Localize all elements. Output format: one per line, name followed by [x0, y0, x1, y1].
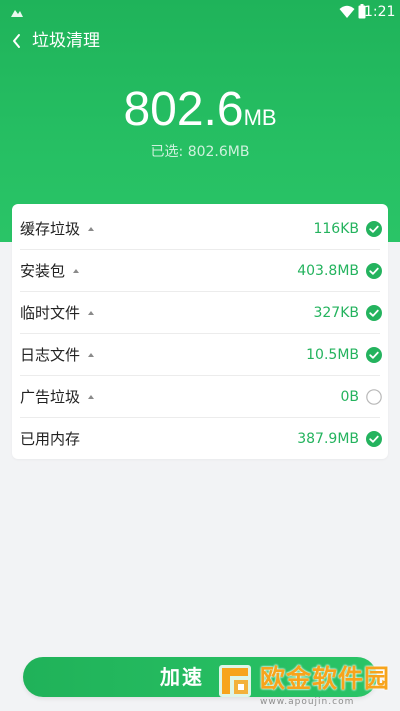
- list-item-ad-junk[interactable]: 广告垃圾 0B: [12, 376, 388, 418]
- chevron-left-icon[interactable]: [6, 28, 28, 54]
- list-item-label: 安装包: [20, 260, 80, 282]
- list-item-size: 327KB: [313, 305, 359, 321]
- checked-circle-icon[interactable]: [366, 305, 382, 321]
- list-item-label: 已用内存: [20, 430, 81, 448]
- selected-size-text: 已选: 802.6MB: [150, 144, 250, 160]
- list-item-size: 116KB: [313, 221, 359, 237]
- checked-circle-icon[interactable]: [366, 347, 382, 363]
- total-junk-size: 802.6MB: [0, 82, 400, 148]
- list-item-size: 403.8MB: [297, 263, 359, 279]
- unchecked-circle-icon[interactable]: [366, 389, 382, 405]
- caret-up-icon[interactable]: [88, 395, 95, 399]
- watermark-logo-icon: [219, 665, 251, 697]
- caret-up-icon[interactable]: [88, 227, 95, 231]
- list-item-label: 缓存垃圾: [20, 218, 95, 240]
- list-item-label: 日志文件: [20, 344, 95, 366]
- total-size-unit: MB: [243, 105, 277, 130]
- junk-category-list: 缓存垃圾 116KB 安装包 403.8MB 临时文件 327KB 日志文件 1…: [12, 204, 388, 459]
- status-time: 1:21: [364, 4, 396, 20]
- app-screen: 1:21 垃圾清理 802.6MB 已选: 802.6MB 缓存垃圾 116KB…: [0, 0, 400, 711]
- total-size-value: 802.6: [123, 83, 244, 136]
- caret-up-icon[interactable]: [88, 311, 95, 315]
- list-item-temp-files[interactable]: 临时文件 327KB: [12, 292, 388, 334]
- caret-up-icon[interactable]: [88, 353, 95, 357]
- list-item-log-files[interactable]: 日志文件 10.5MB: [12, 334, 388, 376]
- watermark-text: 欧金软件园: [260, 664, 391, 693]
- checked-circle-icon[interactable]: [366, 221, 382, 237]
- list-item-cache-junk[interactable]: 缓存垃圾 116KB: [12, 208, 388, 250]
- list-item-used-memory[interactable]: 已用内存 387.9MB: [12, 418, 388, 460]
- navigation-bar: 垃圾清理: [0, 24, 400, 58]
- page-title: 垃圾清理: [32, 31, 100, 51]
- watermark: 欧金软件园 www.apoujin.com: [212, 658, 400, 711]
- list-item-label: 临时文件: [20, 302, 95, 324]
- list-item-size: 10.5MB: [306, 347, 359, 363]
- list-item-size: 387.9MB: [297, 431, 359, 447]
- list-item-install-packages[interactable]: 安装包 403.8MB: [12, 250, 388, 292]
- list-item-label: 广告垃圾: [20, 386, 95, 408]
- checked-circle-icon[interactable]: [366, 431, 382, 447]
- list-item-size: 0B: [340, 389, 359, 405]
- checked-circle-icon[interactable]: [366, 263, 382, 279]
- notification-icon: [11, 10, 23, 17]
- watermark-url: www.apoujin.com: [260, 697, 355, 707]
- wifi-icon: [339, 5, 355, 18]
- status-bar: 1:21: [0, 0, 400, 24]
- accelerate-button-label: 加速: [160, 665, 204, 689]
- caret-up-icon[interactable]: [73, 269, 80, 273]
